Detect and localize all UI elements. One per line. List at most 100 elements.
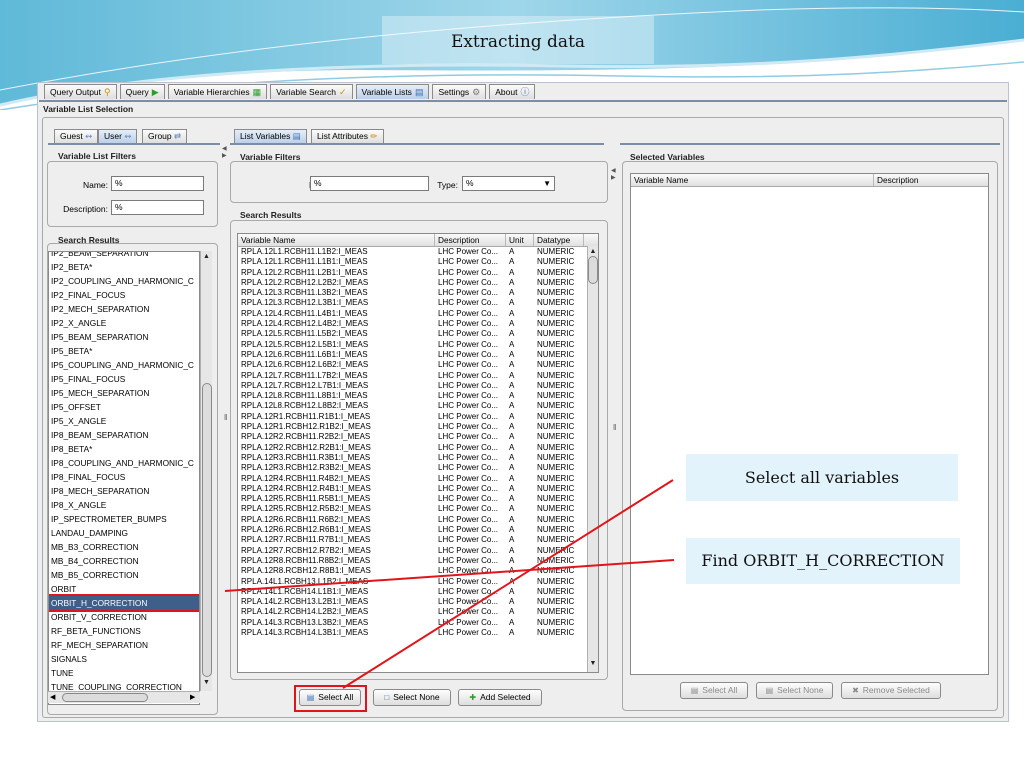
- col-unit[interactable]: Unit: [506, 234, 534, 246]
- list-item[interactable]: IP8_X_ANGLE: [49, 498, 199, 512]
- tab-query[interactable]: Query ▶: [119, 84, 165, 99]
- list-item[interactable]: RF_BETA_FUNCTIONS: [49, 624, 199, 638]
- list-item[interactable]: SIGNALS: [49, 652, 199, 666]
- table-row[interactable]: RPLA.12R7.RCBH12.R7B2:I_MEAS LHC Power Co…: [238, 546, 598, 556]
- scroll-up-icon[interactable]: ▲: [201, 253, 212, 260]
- results-scroll-thumb[interactable]: [588, 256, 598, 284]
- list-item[interactable]: IP2_X_ANGLE: [49, 316, 199, 330]
- table-row[interactable]: RPLA.12L7.RCBH12.L7B1:I_MEAS LHC Power Co…: [238, 381, 598, 391]
- tab-variable-hierarchies[interactable]: Variable Hierarchies ▦: [167, 84, 268, 99]
- table-row[interactable]: RPLA.12L3.RCBH11.L3B2:I_MEAS LHC Power Co…: [238, 288, 598, 298]
- tab-list-attributes[interactable]: List Attributes ✏: [311, 129, 384, 143]
- list-item[interactable]: IP2_FINAL_FOCUS: [49, 288, 199, 302]
- variable-list-results[interactable]: IP2_BEAM_SEPARATION IP2_BETA* IP2_COUPLING…: [48, 251, 200, 705]
- table-row[interactable]: RPLA.14L1.RCBH14.L1B1:I_MEAS LHC Power Co…: [238, 587, 598, 597]
- table-row[interactable]: RPLA.12L8.RCBH12.L8B2:I_MEAS LHC Power Co…: [238, 401, 598, 411]
- list-item[interactable]: IP8_COUPLING_AND_HARMONIC_C: [49, 456, 199, 470]
- table-row[interactable]: RPLA.12R3.RCBH12.R3B2:I_MEAS LHC Power Co…: [238, 463, 598, 473]
- table-row[interactable]: RPLA.14L2.RCBH14.L2B2:I_MEAS LHC Power Co…: [238, 607, 598, 617]
- list-item[interactable]: ORBIT_V_CORRECTION: [49, 610, 199, 624]
- list-item[interactable]: RF_MECH_SEPARATION: [49, 638, 199, 652]
- list-item[interactable]: MB_B4_CORRECTION: [49, 554, 199, 568]
- list-item[interactable]: MB_B5_CORRECTION: [49, 568, 199, 582]
- table-row[interactable]: RPLA.12R2.RCBH11.R2B2:I_MEAS LHC Power Co…: [238, 432, 598, 442]
- list-item[interactable]: IP5_BETA*: [49, 344, 199, 358]
- table-row[interactable]: RPLA.12R5.RCBH11.R5B1:I_MEAS LHC Power Co…: [238, 494, 598, 504]
- tab-settings[interactable]: Settings ⚙: [432, 84, 487, 99]
- col-datatype[interactable]: Datatype: [534, 234, 584, 246]
- left-list-scrollbar[interactable]: ▲ ▼: [200, 251, 212, 691]
- variable-name-filter-input[interactable]: %: [310, 176, 429, 191]
- add-selected-button[interactable]: ✚ Add Selected: [458, 689, 542, 706]
- select-none-button[interactable]: □ Select None: [373, 689, 451, 706]
- table-row[interactable]: RPLA.12L6.RCBH12.L6B2:I_MEAS LHC Power Co…: [238, 360, 598, 370]
- scroll-down-icon[interactable]: ▼: [588, 660, 598, 667]
- variables-results-table[interactable]: Variable Name Description Unit Datatype …: [237, 233, 599, 673]
- list-item[interactable]: IP_SPECTROMETER_BUMPS: [49, 512, 199, 526]
- left-scroll-thumb[interactable]: [202, 383, 212, 677]
- tab-guest[interactable]: Guest ↭: [54, 129, 99, 143]
- list-item[interactable]: TUNE: [49, 666, 199, 680]
- list-item[interactable]: LANDAU_DAMPING: [49, 526, 199, 540]
- list-item[interactable]: IP5_COUPLING_AND_HARMONIC_C: [49, 358, 199, 372]
- results-scrollbar[interactable]: ▲ ▼: [587, 246, 598, 672]
- tab-user[interactable]: User ↭: [98, 129, 138, 143]
- tab-list-variables[interactable]: List Variables ▤: [234, 129, 307, 143]
- col-variable-name[interactable]: Variable Name: [238, 234, 435, 246]
- tab-about[interactable]: About ⓘ: [489, 84, 536, 99]
- table-row[interactable]: RPLA.14L1.RCBH13.L1B2:I_MEAS LHC Power Co…: [238, 577, 598, 587]
- table-row[interactable]: RPLA.12R5.RCBH12.R5B2:I_MEAS LHC Power Co…: [238, 504, 598, 514]
- list-item[interactable]: ORBIT_H_CORRECTION: [49, 594, 199, 612]
- list-item[interactable]: IP5_FINAL_FOCUS: [49, 372, 199, 386]
- right-select-none-button[interactable]: ▤ Select None: [756, 682, 833, 699]
- table-row[interactable]: RPLA.12L3.RCBH12.L3B1:I_MEAS LHC Power Co…: [238, 298, 598, 308]
- table-row[interactable]: RPLA.12L2.RCBH11.L2B1:I_MEAS LHC Power Co…: [238, 268, 598, 278]
- table-row[interactable]: RPLA.12L2.RCBH12.L2B2:I_MEAS LHC Power Co…: [238, 278, 598, 288]
- list-item[interactable]: ORBIT: [49, 582, 199, 596]
- table-row[interactable]: RPLA.12L1.RCBH11.L1B2:I_MEAS LHC Power Co…: [238, 247, 598, 257]
- table-row[interactable]: RPLA.12R1.RCBH12.R1B2:I_MEAS LHC Power Co…: [238, 422, 598, 432]
- table-row[interactable]: RPLA.14L2.RCBH13.L2B1:I_MEAS LHC Power Co…: [238, 597, 598, 607]
- table-row[interactable]: RPLA.12R7.RCBH11.R7B1:I_MEAS LHC Power Co…: [238, 535, 598, 545]
- type-select[interactable]: % ▼: [462, 176, 555, 191]
- splitter-grip[interactable]: ‖: [613, 423, 616, 432]
- table-row[interactable]: RPLA.12L5.RCBH12.L5B1:I_MEAS LHC Power Co…: [238, 340, 598, 350]
- table-row[interactable]: RPLA.12L6.RCBH11.L6B1:I_MEAS LHC Power Co…: [238, 350, 598, 360]
- table-row[interactable]: RPLA.12R6.RCBH12.R6B1:I_MEAS LHC Power Co…: [238, 525, 598, 535]
- list-item[interactable]: IP5_X_ANGLE: [49, 414, 199, 428]
- tab-variable-lists[interactable]: Variable Lists ▤: [355, 84, 430, 99]
- splitter-arrows-icon[interactable]: ◀ ▶: [611, 167, 616, 181]
- list-item[interactable]: IP5_BEAM_SEPARATION: [49, 330, 199, 344]
- scroll-down-icon[interactable]: ▼: [201, 679, 212, 686]
- remove-selected-button[interactable]: ✖ Remove Selected: [841, 682, 941, 699]
- table-row[interactable]: RPLA.12L4.RCBH12.L4B2:I_MEAS LHC Power Co…: [238, 319, 598, 329]
- list-item[interactable]: IP5_OFFSET: [49, 400, 199, 414]
- col-variable-name[interactable]: Variable Name: [631, 174, 874, 186]
- list-item[interactable]: IP2_BEAM_SEPARATION: [49, 252, 199, 260]
- tab-query-output[interactable]: Query Output ⚲: [44, 84, 117, 99]
- scroll-up-icon[interactable]: ▲: [588, 248, 598, 255]
- list-name-filter-input[interactable]: %: [111, 176, 204, 191]
- tab-group[interactable]: Group ⇄: [142, 129, 188, 143]
- left-hscroll-thumb[interactable]: [62, 693, 148, 702]
- col-description[interactable]: Description: [435, 234, 506, 246]
- left-hscrollbar[interactable]: ◀ ▶: [48, 691, 200, 703]
- table-row[interactable]: RPLA.12L8.RCBH11.L8B1:I_MEAS LHC Power Co…: [238, 391, 598, 401]
- right-select-all-button[interactable]: ▤ Select All: [680, 682, 748, 699]
- list-item[interactable]: MB_B3_CORRECTION: [49, 540, 199, 554]
- table-row[interactable]: RPLA.12R3.RCBH11.R3B1:I_MEAS LHC Power Co…: [238, 453, 598, 463]
- list-item[interactable]: IP2_MECH_SEPARATION: [49, 302, 199, 316]
- table-row[interactable]: RPLA.12L7.RCBH11.L7B2:I_MEAS LHC Power Co…: [238, 371, 598, 381]
- table-row[interactable]: RPLA.12R8.RCBH11.R8B2:I_MEAS LHC Power Co…: [238, 556, 598, 566]
- col-description[interactable]: Description: [874, 174, 988, 186]
- table-row[interactable]: RPLA.12R6.RCBH11.R6B2:I_MEAS LHC Power Co…: [238, 515, 598, 525]
- list-item[interactable]: IP8_FINAL_FOCUS: [49, 470, 199, 484]
- table-row[interactable]: RPLA.14L3.RCBH14.L3B1:I_MEAS LHC Power Co…: [238, 628, 598, 638]
- table-row[interactable]: RPLA.14L3.RCBH13.L3B2:I_MEAS LHC Power Co…: [238, 618, 598, 628]
- table-row[interactable]: RPLA.12R4.RCBH11.R4B2:I_MEAS LHC Power Co…: [238, 474, 598, 484]
- splitter-grip[interactable]: ‖: [224, 413, 227, 422]
- table-row[interactable]: RPLA.12L4.RCBH11.L4B1:I_MEAS LHC Power Co…: [238, 309, 598, 319]
- list-item[interactable]: IP8_BETA*: [49, 442, 199, 456]
- list-description-filter-input[interactable]: %: [111, 200, 204, 215]
- selected-variables-table[interactable]: Variable Name Description: [630, 173, 989, 675]
